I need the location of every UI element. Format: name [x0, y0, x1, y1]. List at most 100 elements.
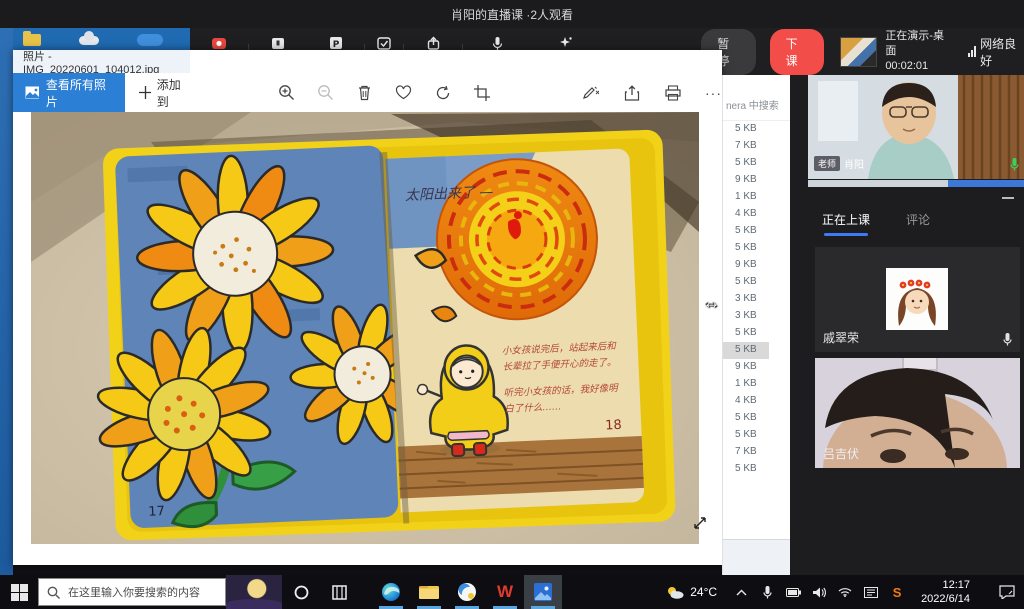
file-size-cell[interactable]: 5 KB [723, 410, 790, 427]
fullscreen-expand-icon[interactable] [692, 515, 708, 536]
tray-microphone-icon[interactable] [759, 586, 775, 599]
tray-sogou-icon[interactable]: S [889, 585, 905, 600]
photos-app-window: 照片 - IMG_20220601_104012.jpg 查看所有照片 添加到 [13, 50, 722, 565]
file-size-cell[interactable]: 5 KB [723, 342, 769, 359]
file-size-cell[interactable]: 9 KB [723, 172, 790, 189]
teacher-name: 肖阳 [844, 156, 864, 171]
file-size-cell[interactable]: 7 KB [723, 444, 790, 461]
file-size-cell[interactable]: 3 KB [723, 291, 790, 308]
clock-date: 2022/6/14 [921, 592, 970, 606]
teacher-mic-active-icon [1010, 158, 1019, 171]
share-button[interactable] [623, 84, 640, 101]
crop-button[interactable] [473, 84, 490, 101]
video-progress-bar[interactable] [808, 180, 1024, 187]
taskbar-clock[interactable]: 12:17 2022/6/14 [921, 578, 970, 606]
photos-window-title[interactable]: 照片 - IMG_20220601_104012.jpg [13, 50, 190, 73]
file-explorer-taskbar-button[interactable] [410, 575, 448, 609]
file-size-cell[interactable]: 9 KB [723, 359, 790, 376]
participant-tile[interactable]: 戚翠荣 [815, 247, 1020, 352]
file-size-cell[interactable]: 4 KB [723, 206, 790, 223]
qq-chat-icon [457, 582, 477, 602]
windows-logo-icon [11, 584, 28, 601]
favorite-button[interactable] [395, 84, 412, 101]
rotate-button[interactable] [434, 84, 451, 101]
taskbar-weather[interactable]: 24°C [666, 585, 717, 599]
explorer-footer [723, 539, 791, 575]
tray-wifi-icon[interactable] [837, 587, 853, 597]
clock-time: 12:17 [921, 578, 970, 592]
wps-taskbar-button[interactable]: W [486, 575, 524, 609]
file-size-cell[interactable]: 1 KB [723, 376, 790, 393]
view-all-photos-button[interactable]: 查看所有照片 [13, 73, 125, 112]
tab-in-class[interactable]: 正在上课 [822, 211, 870, 228]
teacher-label: 老师 肖阳 [814, 156, 864, 171]
explorer-file-list: 5 KB7 KB5 KB9 KB1 KB4 KB5 KB5 KB9 KB5 KB… [723, 120, 790, 478]
zoom-in-button[interactable] [278, 84, 295, 101]
file-size-cell[interactable]: 5 KB [723, 223, 790, 240]
presenting-desktop-thumbnail[interactable] [840, 37, 877, 67]
photos-toolbar: 查看所有照片 添加到 [13, 73, 722, 112]
end-presentation-icon [211, 36, 227, 51]
present-ppt-icon: P [329, 36, 343, 51]
file-size-cell[interactable]: 1 KB [723, 189, 790, 206]
live-class-title: 肖阳的直播课 ·2人观看 [451, 6, 573, 23]
tray-battery-icon[interactable] [785, 588, 801, 597]
end-class-button[interactable]: 下课 [770, 29, 824, 75]
panel-collapse-dash[interactable] [1002, 197, 1014, 199]
story-line-4: 白了什么…… [504, 400, 561, 414]
file-size-cell[interactable]: 9 KB [723, 257, 790, 274]
tray-chevron-up-icon[interactable] [733, 589, 749, 596]
photos-taskbar-button[interactable] [524, 575, 562, 609]
search-highlight-artwork[interactable] [226, 575, 282, 609]
file-size-cell[interactable]: 5 KB [723, 325, 790, 342]
print-button[interactable] [664, 84, 681, 101]
file-size-cell[interactable]: 5 KB [723, 427, 790, 444]
network-status-label: 网络良好 [980, 35, 1024, 69]
page-number-right: 18 [605, 418, 622, 434]
mouse-cursor-resize: ↔ [703, 293, 720, 313]
tab-comments[interactable]: 评论 [906, 211, 930, 228]
beauty-sparkle-icon [558, 36, 573, 51]
participant-video-tile[interactable]: 吕吉伏 [815, 358, 1020, 468]
action-center-button[interactable] [990, 575, 1024, 609]
add-to-button[interactable]: 添加到 [139, 76, 190, 110]
file-size-cell[interactable]: 4 KB [723, 393, 790, 410]
edge-taskbar-button[interactable] [372, 575, 410, 609]
participant-mic-icon[interactable] [1003, 333, 1012, 346]
sign-in-icon [377, 36, 391, 51]
qq-taskbar-button[interactable] [448, 575, 486, 609]
desktop-cloud-icon[interactable] [79, 36, 99, 45]
plus-icon [139, 86, 151, 99]
cortana-button[interactable] [282, 575, 320, 609]
participant-name: 戚翠荣 [823, 329, 859, 346]
file-explorer-icon [419, 584, 439, 600]
delete-button[interactable] [356, 84, 373, 101]
file-size-cell[interactable]: 5 KB [723, 121, 790, 138]
task-view-button[interactable] [320, 575, 358, 609]
edit-create-button[interactable] [582, 84, 599, 101]
switch-window-icon [271, 36, 285, 51]
cortana-icon [294, 585, 309, 600]
taskbar-search-box[interactable]: 在这里输入你要搜索的内容 [38, 578, 226, 606]
explorer-search-hint[interactable]: nera 中搜索 [723, 75, 790, 120]
search-icon [47, 586, 60, 599]
desktop-folder-icon[interactable] [23, 34, 41, 46]
participant-avatar [886, 268, 948, 330]
file-size-cell[interactable]: 5 KB [723, 461, 790, 478]
file-size-cell[interactable]: 5 KB [723, 274, 790, 291]
start-button[interactable] [0, 575, 38, 609]
file-size-cell[interactable]: 3 KB [723, 308, 790, 325]
desktop-app-icon[interactable] [137, 34, 163, 46]
zoom-out-button[interactable] [317, 84, 334, 101]
svg-text:P: P [332, 40, 339, 50]
desktop-edge-strip [0, 28, 13, 575]
photos-app-icon [533, 582, 553, 602]
more-options-button[interactable]: ··· [705, 84, 722, 101]
microphone-icon [492, 36, 503, 51]
file-size-cell[interactable]: 5 KB [723, 240, 790, 257]
tray-speaker-icon[interactable] [811, 587, 827, 598]
teacher-video-tile[interactable]: 老师 肖阳 [808, 75, 1024, 179]
file-size-cell[interactable]: 7 KB [723, 138, 790, 155]
file-size-cell[interactable]: 5 KB [723, 155, 790, 172]
tray-ime-icon[interactable] [863, 587, 879, 598]
